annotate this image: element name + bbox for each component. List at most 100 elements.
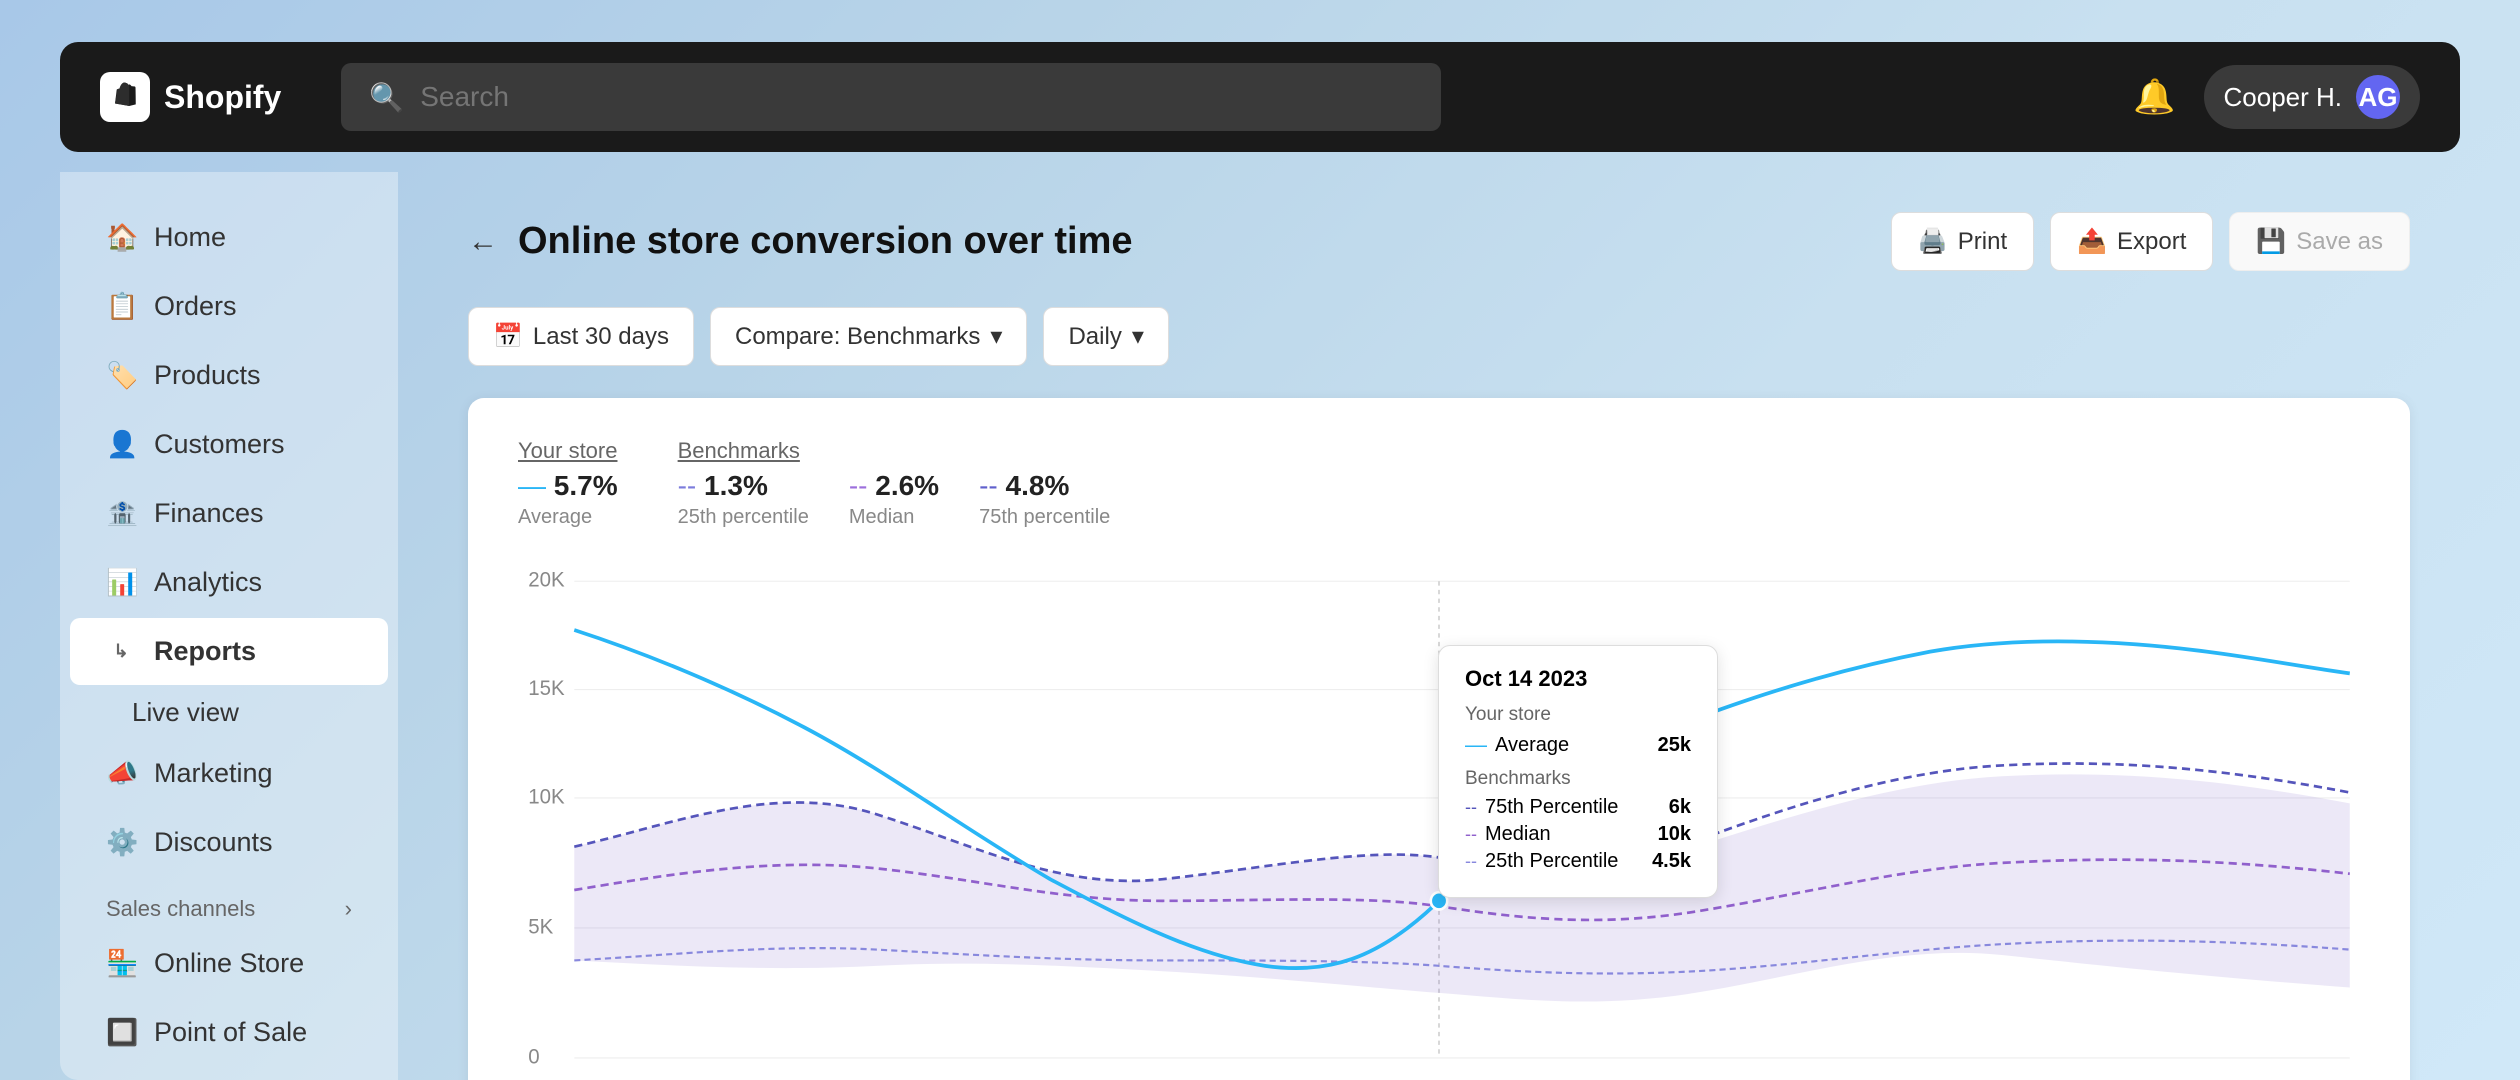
customers-icon: 👤 — [106, 429, 136, 460]
sidebar-item-customers[interactable]: 👤 Customers — [70, 411, 388, 478]
sidebar-item-finances[interactable]: 🏦 Finances — [70, 480, 388, 547]
pos-icon: 🔲 — [106, 1017, 136, 1048]
tooltip-p75-value: 6k — [1669, 796, 1691, 819]
nav-right: 🔔 Cooper H. AG — [2133, 65, 2420, 129]
median-value: -- 2.6% — [849, 470, 939, 502]
p25-metric: -- 1.3% 25th percentile — [678, 470, 809, 529]
avg-value: — 5.7% — [518, 470, 618, 502]
discounts-icon: ⚙️ — [106, 827, 136, 858]
sidebar-item-orders[interactable]: 📋 Orders — [70, 273, 388, 340]
export-button[interactable]: 📤 Export — [2050, 212, 2213, 271]
sidebar-label-orders: Orders — [154, 291, 237, 322]
tooltip-p25-row: -- 25th Percentile 4.5k — [1465, 850, 1691, 873]
sidebar-item-reports[interactable]: ↳ Reports — [70, 618, 388, 685]
app-name: Shopify — [164, 79, 281, 116]
svg-text:15K: 15K — [528, 676, 564, 700]
sidebar-label-customers: Customers — [154, 429, 285, 460]
svg-text:0: 0 — [528, 1045, 539, 1069]
print-icon: 🖨️ — [1918, 227, 1948, 256]
report-title-row: ← Online store conversion over time — [468, 220, 1133, 263]
saveas-icon: 💾 — [2256, 227, 2286, 256]
notification-bell[interactable]: 🔔 — [2133, 77, 2175, 117]
analytics-icon: 📊 — [106, 567, 136, 598]
saveas-button[interactable]: 💾 Save as — [2229, 212, 2410, 271]
tooltip-p75-row: -- 75th Percentile 6k — [1465, 796, 1691, 819]
your-store-metrics: — 5.7% Average — [518, 470, 618, 529]
marketing-icon: 📣 — [106, 758, 136, 789]
svg-text:5K: 5K — [528, 915, 553, 939]
tooltip-avg-label: — Average — [1465, 732, 1569, 758]
sidebar-item-pos[interactable]: 🔲 Point of Sale — [70, 999, 388, 1066]
sidebar-item-home[interactable]: 🏠 Home — [70, 204, 388, 271]
products-icon: 🏷️ — [106, 360, 136, 391]
search-bar[interactable]: 🔍 — [341, 63, 1441, 131]
sidebar-label-liveview: Live view — [132, 697, 239, 727]
tooltip-p25-label: -- 25th Percentile — [1465, 850, 1618, 873]
sidebar-label-home: Home — [154, 222, 226, 253]
legend-row: Your store — 5.7% Average Benchmarks — [518, 438, 2360, 529]
chart-tooltip: Oct 14 2023 Your store — Average 25k Ben… — [1438, 645, 1718, 898]
search-input[interactable] — [420, 81, 1413, 113]
sidebar: 🏠 Home 📋 Orders 🏷️ Products 👤 Customers … — [60, 172, 398, 1080]
chart-card: Your store — 5.7% Average Benchmarks — [468, 398, 2410, 1080]
your-store-label: Your store — [518, 438, 618, 464]
tooltip-your-store-section: Your store — [1465, 704, 1691, 726]
home-icon: 🏠 — [106, 222, 136, 253]
user-avatar: AG — [2356, 75, 2400, 119]
chart-area: 20K 15K 10K 5K 0 — [518, 565, 2360, 1080]
p75-metric: -- 4.8% 75th percentile — [979, 470, 1110, 529]
sidebar-label-online-store: Online Store — [154, 948, 304, 979]
sales-channels-label: Sales channels › — [60, 878, 398, 928]
main-content: ← Online store conversion over time 🖨️ P… — [418, 172, 2460, 1080]
sidebar-item-liveview[interactable]: Live view — [60, 687, 398, 738]
benchmarks-group: Benchmarks -- 1.3% 25th percentile -- 2.… — [678, 438, 1111, 529]
tooltip-avg-value: 25k — [1658, 734, 1691, 757]
tooltip-p25-value: 4.5k — [1652, 850, 1691, 873]
export-icon: 📤 — [2077, 227, 2107, 256]
sidebar-label-pos: Point of Sale — [154, 1017, 307, 1048]
compare-filter[interactable]: Compare: Benchmarks ▾ — [710, 307, 1027, 366]
svg-text:10K: 10K — [528, 785, 564, 809]
date-range-filter[interactable]: 📅 Last 30 days — [468, 307, 694, 366]
sidebar-label-products: Products — [154, 360, 261, 391]
finances-icon: 🏦 — [106, 498, 136, 529]
tooltip-benchmarks-section: Benchmarks — [1465, 768, 1691, 790]
sidebar-label-reports: Reports — [154, 636, 256, 667]
tooltip-median-row: -- Median 10k — [1465, 823, 1691, 846]
sidebar-item-online-store[interactable]: 🏪 Online Store — [70, 930, 388, 997]
sidebar-label-marketing: Marketing — [154, 758, 273, 789]
benchmarks-metrics: -- 1.3% 25th percentile -- 2.6% Median — [678, 470, 1111, 529]
interval-filter[interactable]: Daily ▾ — [1043, 307, 1168, 366]
tooltip-median-value: 10k — [1658, 823, 1691, 846]
print-button[interactable]: 🖨️ Print — [1891, 212, 2034, 271]
report-header: ← Online store conversion over time 🖨️ P… — [468, 212, 2410, 271]
sidebar-label-discounts: Discounts — [154, 827, 273, 858]
tooltip-avg-row: — Average 25k — [1465, 732, 1691, 758]
sales-channels-expand-icon: › — [345, 896, 352, 922]
search-icon: 🔍 — [369, 81, 404, 114]
compare-chevron-icon: ▾ — [990, 322, 1002, 351]
sidebar-item-discounts[interactable]: ⚙️ Discounts — [70, 809, 388, 876]
p25-value: -- 1.3% — [678, 470, 809, 502]
sidebar-item-shop[interactable]: 🔷 Shop — [70, 1068, 388, 1080]
sidebar-label-analytics: Analytics — [154, 567, 262, 598]
tooltip-date: Oct 14 2023 — [1465, 666, 1691, 692]
svg-text:20K: 20K — [528, 568, 564, 592]
sidebar-item-analytics[interactable]: 📊 Analytics — [70, 549, 388, 616]
sidebar-item-marketing[interactable]: 📣 Marketing — [70, 740, 388, 807]
shopify-logo-icon — [100, 72, 150, 122]
user-pill[interactable]: Cooper H. AG — [2204, 65, 2421, 129]
median-metric: -- 2.6% Median — [849, 470, 939, 529]
online-store-icon: 🏪 — [106, 948, 136, 979]
calendar-icon: 📅 — [493, 322, 523, 351]
sidebar-item-products[interactable]: 🏷️ Products — [70, 342, 388, 409]
back-button[interactable]: ← — [468, 225, 498, 259]
tooltip-p75-label: -- 75th Percentile — [1465, 796, 1618, 819]
benchmarks-label: Benchmarks — [678, 438, 1111, 464]
header-actions: 🖨️ Print 📤 Export 💾 Save as — [1891, 212, 2410, 271]
filter-row: 📅 Last 30 days Compare: Benchmarks ▾ Dai… — [468, 307, 2410, 366]
reports-icon: ↳ — [106, 641, 136, 662]
report-title: Online store conversion over time — [518, 220, 1133, 263]
avg-metric: — 5.7% Average — [518, 470, 618, 529]
shopify-logo: Shopify — [100, 72, 281, 122]
